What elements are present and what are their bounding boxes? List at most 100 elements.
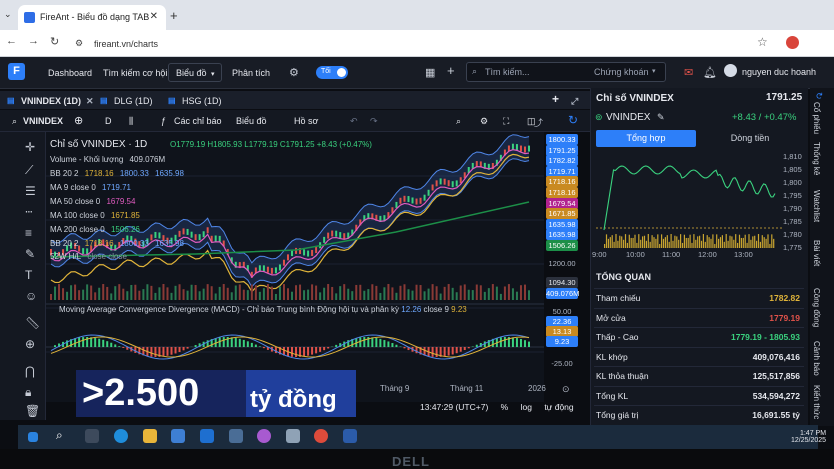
new-tab-icon[interactable]: + bbox=[170, 8, 178, 23]
tab-dlg[interactable]: DLG (1D) bbox=[114, 96, 153, 106]
undo-icon[interactable]: ↶ bbox=[350, 116, 358, 127]
side-tab[interactable]: Kiến thức bbox=[812, 385, 821, 419]
forward-icon[interactable]: → bbox=[28, 35, 39, 47]
settings-icon[interactable]: ⚙ bbox=[289, 66, 299, 79]
app-icon[interactable] bbox=[229, 429, 243, 443]
fib-icon[interactable]: ≡ bbox=[25, 226, 32, 240]
gift-icon[interactable]: ✉ bbox=[684, 66, 693, 79]
windows-start-icon[interactable] bbox=[28, 432, 38, 442]
go-to-date-icon[interactable]: ⊙ bbox=[562, 384, 570, 395]
symbol-input[interactable]: VNINDEX bbox=[23, 116, 63, 126]
chart-type-button[interactable]: Biểu đồ bbox=[236, 116, 267, 126]
magnet-icon[interactable]: ⋂ bbox=[25, 364, 35, 378]
theme-toggle[interactable]: Tối bbox=[316, 66, 348, 79]
legend-volume[interactable]: Volume - Khối lượng 409.076M bbox=[50, 155, 169, 164]
text-icon[interactable]: T bbox=[25, 268, 32, 282]
user-name[interactable]: nguyen duc hoanh bbox=[742, 67, 816, 77]
zoom-in-icon[interactable]: ⊕ bbox=[25, 337, 35, 351]
trash-icon[interactable]: 🗑︎ bbox=[25, 404, 40, 418]
side-tab[interactable]: Cảnh báo bbox=[812, 341, 821, 376]
lock-icon[interactable]: 🔒︎ bbox=[25, 385, 31, 400]
menu-analysis[interactable]: Phân tích bbox=[232, 68, 270, 78]
grid-icon[interactable]: ▦ bbox=[425, 66, 435, 79]
add-tab-icon[interactable]: + bbox=[552, 92, 559, 106]
extension-icon[interactable] bbox=[786, 36, 799, 49]
tab-hsg[interactable]: HSG (1D) bbox=[182, 96, 222, 106]
profile-button[interactable]: Hồ sơ bbox=[294, 116, 318, 126]
menu-dashboard[interactable]: Dashboard bbox=[48, 68, 92, 78]
legend-ma200[interactable]: MA 200 close 0 1506.26 bbox=[50, 225, 144, 234]
close-tab-icon[interactable]: ✕ bbox=[86, 96, 94, 107]
candle-type-icon[interactable]: ⫼ bbox=[129, 116, 133, 127]
url-field[interactable]: fireant.vn/charts bbox=[94, 39, 158, 49]
auto-toggle[interactable]: tự động bbox=[544, 402, 573, 412]
log-toggle[interactable]: log bbox=[521, 402, 532, 412]
tab-cashflow[interactable]: Dòng tiền bbox=[700, 130, 800, 147]
indicators-button[interactable]: Các chỉ báo bbox=[174, 116, 222, 126]
legend-ma9[interactable]: MA 9 close 0 1719.71 bbox=[50, 183, 135, 192]
pattern-icon[interactable]: ⵈ bbox=[25, 205, 33, 219]
folder-icon[interactable] bbox=[143, 429, 157, 443]
brush-icon[interactable]: ✎ bbox=[25, 247, 35, 261]
macd-legend[interactable]: Moving Average Convergence Divergence (M… bbox=[59, 305, 467, 314]
chart-settings-icon[interactable]: ⚙ bbox=[480, 116, 488, 127]
market-select[interactable]: Chứng khoán bbox=[594, 67, 649, 77]
share-icon[interactable]: ⤴ bbox=[534, 116, 543, 129]
legend-ma100[interactable]: MA 100 close 0 1671.85 bbox=[50, 211, 144, 220]
word-icon[interactable] bbox=[343, 429, 357, 443]
zoom-search-icon[interactable]: ⌕ bbox=[456, 116, 461, 127]
emoji-icon[interactable]: ☺ bbox=[25, 289, 37, 303]
bell-icon[interactable]: 🔔︎ bbox=[703, 66, 717, 79]
add-icon[interactable]: + bbox=[447, 63, 455, 78]
legend-value: 1679.54 bbox=[106, 197, 136, 206]
outlook-icon[interactable] bbox=[200, 429, 214, 443]
redo-icon[interactable]: ↷ bbox=[370, 116, 378, 127]
bookmark-icon[interactable]: ☆ bbox=[757, 35, 768, 49]
app-icon[interactable] bbox=[257, 429, 271, 443]
channel-icon[interactable]: ☰ bbox=[25, 184, 36, 198]
back-icon[interactable]: ← bbox=[6, 35, 17, 47]
search-input[interactable]: ⌕ Tìm kiếm... Chứng khoán ▾ bbox=[466, 62, 666, 82]
ruler-icon[interactable]: 📏︎ bbox=[25, 316, 40, 330]
fireant-logo[interactable]: F bbox=[8, 63, 25, 80]
legend-bb1[interactable]: BB 20 2 1718.16 1800.33 1635.98 bbox=[50, 169, 188, 178]
symbol-search-icon[interactable]: ⌕ bbox=[12, 116, 17, 127]
menu-charts[interactable]: Biểu đồ ▾ bbox=[168, 63, 222, 82]
legend-ma50[interactable]: MA 50 close 0 1679.54 bbox=[50, 197, 139, 206]
search-icon[interactable]: ⌕ bbox=[56, 428, 70, 442]
side-tab[interactable]: Cổ phiếu bbox=[812, 102, 821, 134]
edge-icon[interactable] bbox=[114, 429, 128, 443]
system-clock[interactable]: 1:47 PM 12/25/2025 bbox=[791, 430, 826, 444]
legend-bb2[interactable]: BB 20 2 1718.16 1800.33 1635.98 bbox=[50, 239, 188, 248]
app-icon[interactable] bbox=[286, 429, 300, 443]
store-icon[interactable] bbox=[171, 429, 185, 443]
tab-vnindex[interactable]: VNINDEX (1D) bbox=[21, 96, 81, 106]
refresh-icon[interactable]: ↻ bbox=[568, 113, 578, 127]
trendline-icon[interactable]: ⟋ bbox=[25, 163, 33, 178]
side-tab[interactable]: Công đồng bbox=[812, 288, 821, 327]
tab-list-icon[interactable]: ⌄ bbox=[4, 9, 12, 20]
compare-icon[interactable]: ⊕ bbox=[74, 114, 83, 127]
legend-52w[interactable]: 52W H/L close close bbox=[50, 252, 131, 261]
history-icon[interactable]: ↻ bbox=[814, 92, 824, 100]
index-symbol[interactable]: VNINDEX bbox=[606, 112, 650, 123]
chrome-icon[interactable] bbox=[314, 429, 328, 443]
side-tab[interactable]: Watchlist bbox=[812, 190, 821, 222]
side-tab[interactable]: Bài viết bbox=[812, 240, 821, 266]
site-info-icon[interactable]: ⚙ bbox=[75, 38, 83, 49]
crosshair-icon[interactable]: ✛ bbox=[25, 140, 35, 154]
avatar[interactable] bbox=[724, 64, 737, 77]
menu-opportunities[interactable]: Tìm kiếm cơ hội bbox=[103, 68, 167, 78]
task-view-icon[interactable] bbox=[85, 429, 99, 443]
fullscreen-icon[interactable]: ⛶ bbox=[503, 116, 509, 127]
close-tab-icon[interactable]: ✕ bbox=[150, 11, 158, 22]
edit-icon[interactable]: ✎ bbox=[657, 112, 665, 123]
tab-overview[interactable]: Tổng hợp bbox=[596, 130, 696, 147]
browser-tab[interactable]: FireAnt - Biểu đồ dạng TAB ✕ bbox=[18, 5, 166, 30]
side-tab[interactable]: Thống kê bbox=[812, 142, 821, 175]
interval-select[interactable]: D bbox=[105, 116, 112, 126]
expand-icon[interactable]: ⤢ bbox=[571, 96, 578, 107]
macd-histogram-bar bbox=[194, 345, 197, 347]
percent-toggle[interactable]: % bbox=[501, 402, 509, 412]
reload-icon[interactable]: ↻ bbox=[50, 35, 59, 48]
